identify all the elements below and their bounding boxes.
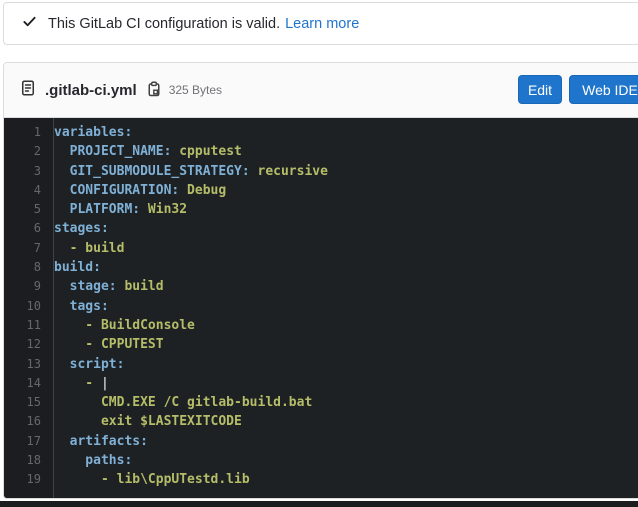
code-line: 9 stage: build [4,277,638,296]
line-number[interactable]: 2 [4,142,54,161]
code-text: build: [54,258,101,277]
file-name: .gitlab-ci.yml [45,82,137,99]
code-text: - lib\CppUTestd.lib [54,470,250,489]
code-line: 3 GIT_SUBMODULE_STRATEGY: recursive [4,162,638,181]
line-number[interactable]: 4 [4,181,54,200]
code-text: artifacts: [54,432,148,451]
code-line: 18 paths: [4,451,638,470]
code-text: stage: build [54,277,164,296]
code-line: 11 - BuildConsole [4,316,638,335]
learn-more-link[interactable]: Learn more [285,16,359,32]
check-icon [22,14,37,33]
code-line: 12 - CPPUTEST [4,335,638,354]
code-text: exit $LASTEXITCODE [54,412,242,431]
code-line: 16 exit $LASTEXITCODE [4,412,638,431]
code-line: 7 - build [4,239,638,258]
line-number[interactable]: 1 [4,123,54,142]
line-number[interactable]: 5 [4,200,54,219]
edit-button[interactable]: Edit [518,75,562,104]
file-size: 325 Bytes [169,83,222,97]
code-text: PROJECT_NAME: cpputest [54,142,242,161]
validation-message: This GitLab CI configuration is valid. [48,16,280,32]
code-text: - | [54,374,109,393]
line-number[interactable]: 19 [4,470,54,489]
code-text: variables: [54,123,132,142]
code-line: 4 CONFIGURATION: Debug [4,181,638,200]
file-header: .gitlab-ci.yml 325 Bytes Edit Web IDE [4,63,638,118]
file-viewer: .gitlab-ci.yml 325 Bytes Edit Web IDE 1v… [3,62,638,499]
line-number[interactable]: 18 [4,451,54,470]
code-lines: 1variables:2 PROJECT_NAME: cpputest3 GIT… [4,123,638,490]
line-number[interactable]: 11 [4,316,54,335]
code-line: 13 script: [4,355,638,374]
validation-banner: This GitLab CI configuration is valid. L… [3,2,638,45]
line-number[interactable]: 10 [4,297,54,316]
code-text: - CPPUTEST [54,335,164,354]
code-line: 15 CMD.EXE /C gitlab-build.bat [4,393,638,412]
line-number[interactable]: 17 [4,432,54,451]
code-text: tags: [54,297,109,316]
code-text: CONFIGURATION: Debug [54,181,226,200]
line-number[interactable]: 3 [4,162,54,181]
copy-file-path-button[interactable] [146,81,162,100]
code-line: 2 PROJECT_NAME: cpputest [4,142,638,161]
line-number[interactable]: 13 [4,355,54,374]
code-viewer: 1variables:2 PROJECT_NAME: cpputest3 GIT… [4,118,638,498]
line-number[interactable]: 12 [4,335,54,354]
code-text: script: [54,355,124,374]
code-line: 1variables: [4,123,638,142]
line-number[interactable]: 6 [4,219,54,238]
line-number[interactable]: 14 [4,374,54,393]
line-number[interactable]: 8 [4,258,54,277]
code-text: GIT_SUBMODULE_STRATEGY: recursive [54,162,328,181]
line-number[interactable]: 15 [4,393,54,412]
code-text: PLATFORM: Win32 [54,200,187,219]
code-text: paths: [54,451,132,470]
code-line: 17 artifacts: [4,432,638,451]
code-line: 8build: [4,258,638,277]
line-number[interactable]: 9 [4,277,54,296]
code-text: CMD.EXE /C gitlab-build.bat [54,393,312,412]
code-line: 14 - | [4,374,638,393]
web-ide-button[interactable]: Web IDE [569,75,638,104]
code-text: - build [54,239,124,258]
code-text: stages: [54,219,109,238]
line-number[interactable]: 16 [4,412,54,431]
copy-icon [146,81,162,100]
next-section-strip [0,501,638,507]
code-line: 6stages: [4,219,638,238]
code-line: 10 tags: [4,297,638,316]
code-line: 5 PLATFORM: Win32 [4,200,638,219]
code-line: 19 - lib\CppUTestd.lib [4,470,638,489]
code-text: - BuildConsole [54,316,195,335]
line-number[interactable]: 7 [4,239,54,258]
document-icon [20,80,36,101]
